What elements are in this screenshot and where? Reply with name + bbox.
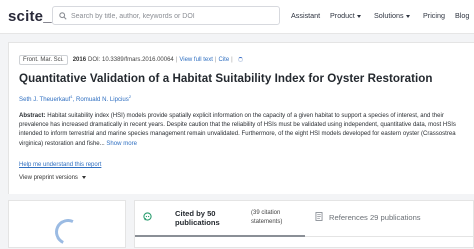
tab-cited-by[interactable]: Cited by 50 publications (39 citation st… <box>135 201 305 237</box>
abstract: Abstract: Habitat suitability index (HSI… <box>19 112 469 149</box>
nav-product[interactable]: Product <box>330 11 361 20</box>
chevron-down-icon <box>81 175 86 179</box>
separator: | <box>231 56 233 63</box>
show-more-link[interactable]: Show more <box>106 141 137 147</box>
author-link[interactable]: Romuald N. Lipcius <box>76 96 129 103</box>
author-link[interactable]: Seth J. Theuerkauf <box>19 96 70 103</box>
article-meta: Front. Mar. Sci. 2016 DOI: 10.3389/fmars… <box>19 54 243 65</box>
author-list: Seth J. Theuerkauf1, Romuald N. Lipcius2 <box>19 94 132 104</box>
publication-year: 2016 <box>72 56 87 63</box>
scite-logo[interactable]: scite_ <box>8 8 52 25</box>
search-icon <box>59 12 67 20</box>
quote-bubble-icon <box>143 212 152 221</box>
separator: | <box>175 56 178 63</box>
nav-pricing[interactable]: Pricing <box>423 11 445 20</box>
chevron-down-icon <box>405 14 410 18</box>
preprint-label: View preprint versions <box>19 175 78 181</box>
loading-spinner-icon <box>237 57 243 62</box>
top-navigation-bar: scite_ Assistant Product Solutions Prici… <box>0 0 474 34</box>
separator: | <box>214 56 217 63</box>
author-affiliation: 1 <box>70 94 73 99</box>
article-card: Front. Mar. Sci. 2016 DOI: 10.3389/fmars… <box>8 42 474 194</box>
author-affiliation: 2 <box>128 94 132 99</box>
article-title: Quantitative Validation of a Habitat Sui… <box>19 72 433 85</box>
citation-statements-count: (39 citation statements) <box>251 210 283 225</box>
nav-product-label: Product <box>330 11 355 20</box>
cite-link[interactable]: Cite <box>218 57 229 63</box>
abstract-label: Abstract: <box>19 113 46 119</box>
document-icon <box>315 212 323 221</box>
nav-blog[interactable]: Blog <box>455 11 469 20</box>
view-preprint-versions-toggle[interactable]: View preprint versions <box>19 175 86 181</box>
help-understand-link[interactable]: Help me understand this report <box>19 162 101 168</box>
loading-spinner-icon <box>51 215 85 249</box>
search-input[interactable] <box>71 9 271 23</box>
side-panel <box>8 200 126 249</box>
nav-assistant[interactable]: Assistant <box>291 11 320 20</box>
chevron-down-icon <box>356 14 361 18</box>
doi-text[interactable]: DOI: 10.3389/fmars.2016.00064 <box>88 57 174 63</box>
abstract-text: Habitat suitability index (HSI) models p… <box>19 113 456 147</box>
citation-panel: Cited by 50 publications (39 citation st… <box>134 200 474 248</box>
journal-badge[interactable]: Front. Mar. Sci. <box>19 54 68 65</box>
nav-solutions-label: Solutions <box>374 11 404 20</box>
search-box[interactable] <box>52 6 280 25</box>
tab-references[interactable]: References 29 publications <box>305 201 474 237</box>
view-full-text-link[interactable]: View full text <box>179 57 213 63</box>
references-count: References 29 publications <box>329 213 421 222</box>
cited-by-count: Cited by 50 publications <box>175 209 220 228</box>
nav-solutions[interactable]: Solutions <box>374 11 410 20</box>
